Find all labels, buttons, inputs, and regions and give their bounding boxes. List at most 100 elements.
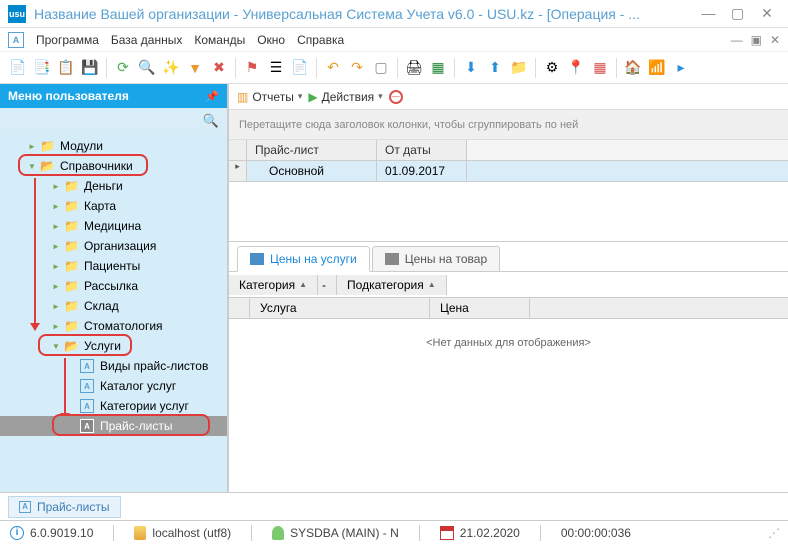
titlebar: usu Название Вашей организации - Универс… [0,0,788,28]
tb-wizard-icon[interactable]: ✨ [161,58,181,78]
tb-folder-icon[interactable]: 📁 [509,58,529,78]
tab-services-prices[interactable]: Цены на услуги [237,246,370,272]
host-text: localhost (utf8) [152,526,231,540]
tb-undo-icon[interactable]: ↶ [323,58,343,78]
tree-mailing[interactable]: 📁 Рассылка [0,276,227,296]
tree-references[interactable]: 📂 Справочники [0,156,227,176]
menu-database[interactable]: База данных [111,33,182,47]
tb-search-icon[interactable]: 🔍 [137,58,157,78]
maximize-button[interactable]: ▢ [725,5,751,22]
menu-program[interactable]: Программа [36,33,99,47]
folder-icon: 📁 [40,139,56,153]
actions-button[interactable]: ▶ Действия ▾ [308,90,382,104]
tb-rss-icon[interactable]: 📶 [647,58,667,78]
row-indicator-header [229,140,247,160]
tree-label: Категории услуг [100,399,189,413]
folder-icon: 📁 [64,319,80,333]
tree-organization[interactable]: 📁 Организация [0,236,227,256]
tb-edit-icon[interactable]: 📋 [56,58,76,78]
group-category[interactable]: Категория ▲ [229,275,318,295]
menu-window[interactable]: Окно [257,33,285,47]
tree-service-catalog[interactable]: A Каталог услуг [0,376,227,396]
file-icon: A [80,359,94,373]
tb-gear-icon[interactable]: ⚙ [542,58,562,78]
pin-icon[interactable]: 📌 [205,90,219,103]
folder-open-icon: 📂 [40,159,56,173]
expand-icon[interactable] [48,201,64,212]
tree-modules[interactable]: 📁 Модули [0,136,227,156]
tb-redo-icon[interactable]: ↷ [347,58,367,78]
bottom-tab-pricelists[interactable]: A Прайс-листы [8,496,121,518]
tree-pricelists[interactable]: A Прайс-листы [0,416,227,436]
tb-home-icon[interactable]: 🏠 [623,58,643,78]
collapse-icon[interactable] [24,161,40,172]
expand-icon[interactable] [48,181,64,192]
close-button[interactable]: ✕ [754,5,780,22]
user-icon [272,526,284,540]
reports-button[interactable]: ▥ Отчеты ▾ [237,90,302,104]
window-controls: — ▢ ✕ [695,5,780,22]
mdi-close-button[interactable]: ✕ [770,33,780,47]
statusbar: i 6.0.9019.10 localhost (utf8) SYSDBA (M… [0,520,788,544]
expand-icon[interactable] [48,301,64,312]
mdi-restore-button[interactable]: ▣ [751,33,762,47]
expand-icon[interactable] [48,281,64,292]
tb-import-icon[interactable]: ⬇ [461,58,481,78]
col-pricelist[interactable]: Прайс-лист [247,140,377,160]
group-drop-area[interactable]: Перетащите сюда заголовок колонки, чтобы… [229,110,788,140]
col-service[interactable]: Услуга [250,298,430,318]
col-price[interactable]: Цена [430,298,530,318]
resize-grip-icon[interactable]: ⋰ [768,526,778,540]
tb-excel-icon[interactable]: ▦ [428,58,448,78]
tree-pricelist-types[interactable]: A Виды прайс-листов [0,356,227,376]
sort-icon: ▲ [428,280,436,289]
tb-save-icon[interactable]: 💾 [80,58,100,78]
tree-dentistry[interactable]: 📁 Стоматология [0,316,227,336]
tb-more-icon[interactable]: ▸ [671,58,691,78]
expand-icon[interactable] [48,261,64,272]
tb-refresh-icon[interactable]: ⟳ [113,58,133,78]
expand-icon[interactable] [48,221,64,232]
search-icon[interactable]: 🔍 [203,113,219,129]
col-date[interactable]: От даты [377,140,467,160]
status-version: i 6.0.9019.10 [10,526,93,540]
tree-service-categories[interactable]: A Категории услуг [0,396,227,416]
database-icon [134,526,146,540]
tb-export-icon[interactable]: ⬆ [485,58,505,78]
expand-icon[interactable] [24,141,40,152]
tb-copy-icon[interactable]: 📑 [32,58,52,78]
tree-patients[interactable]: 📁 Пациенты [0,256,227,276]
sidebar-title: Меню пользователя [8,89,129,103]
expand-icon[interactable] [48,241,64,252]
collapse-icon[interactable] [48,341,64,352]
tb-list-icon[interactable]: ☰ [266,58,286,78]
tree-medicine[interactable]: 📁 Медицина [0,216,227,236]
tb-delete-icon[interactable]: ✖ [209,58,229,78]
tree-money[interactable]: 📁 Деньги [0,176,227,196]
tb-map-icon[interactable]: 📍 [566,58,586,78]
tb-print-icon[interactable]: 🖨 [404,58,424,78]
stop-button[interactable]: — [389,90,403,104]
tb-flag-icon[interactable]: ⚑ [242,58,262,78]
status-time: 00:00:00:036 [561,526,631,540]
menu-help[interactable]: Справка [297,33,344,47]
tree-map[interactable]: 📁 Карта [0,196,227,216]
sidebar-searchbar[interactable]: 🔍 [0,108,227,134]
user-text: SYSDBA (MAIN) - N [290,526,399,540]
tree-warehouse[interactable]: 📁 Склад [0,296,227,316]
tb-page-icon[interactable]: 📄 [290,58,310,78]
tree-services[interactable]: 📂 Услуги [0,336,227,356]
tab-goods-prices[interactable]: Цены на товар [372,246,500,271]
tb-calendar-icon[interactable]: ▦ [590,58,610,78]
tb-check-icon[interactable]: ▢ [371,58,391,78]
tb-filter-icon[interactable]: ▼ [185,58,205,78]
tb-new-icon[interactable]: 📄 [8,58,28,78]
grid-row[interactable]: ▸ Основной 01.09.2017 [229,161,788,181]
mdi-minimize-button[interactable]: — [731,33,743,47]
minimize-button[interactable]: — [695,5,721,21]
expand-icon[interactable] [48,321,64,332]
group-subcategory[interactable]: Подкатегория ▲ [337,275,447,295]
grid-header: Прайс-лист От даты [229,140,788,161]
file-icon: A [80,379,94,393]
menu-commands[interactable]: Команды [194,33,245,47]
